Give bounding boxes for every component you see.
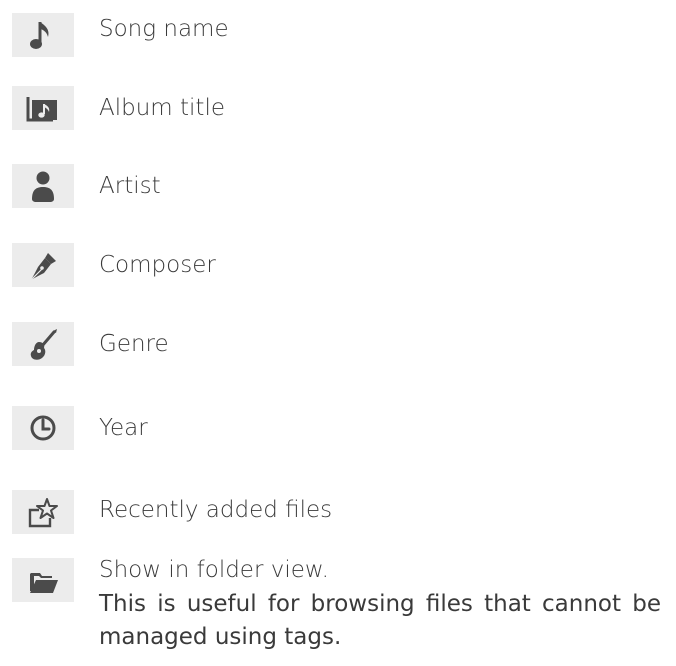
music-note-icon-tile (12, 13, 74, 57)
description-line-1: This is useful for browsing files that c… (99, 591, 661, 617)
folder-icon (30, 573, 58, 593)
album-icon-tile (12, 86, 74, 130)
guitar-icon (30, 329, 57, 360)
item-label: Album title (99, 95, 225, 121)
guitar-icon-tile (12, 322, 74, 366)
item-label: Song name (99, 16, 229, 42)
album-icon (26, 97, 57, 122)
item-label: Genre (99, 331, 169, 357)
clock-icon-tile (12, 406, 74, 450)
folder-view-description: This is useful for browsing files that c… (99, 588, 661, 654)
item-label: Recently added files (99, 497, 333, 523)
folder-icon-tile (12, 558, 74, 602)
item-label: Year (99, 415, 148, 441)
person-icon-tile (12, 164, 74, 208)
pen-nib-icon (30, 253, 56, 281)
person-icon (32, 171, 54, 202)
item-label: Show in folder view. (99, 557, 329, 583)
pen-nib-icon-tile (12, 243, 74, 287)
description-line-2: managed using tags. (99, 624, 342, 650)
clock-icon (30, 415, 56, 441)
music-note-icon (30, 22, 49, 49)
star-tray-icon (28, 498, 58, 528)
item-label: Composer (99, 252, 216, 278)
item-label: Artist (99, 173, 161, 199)
star-tray-icon-tile (12, 490, 74, 534)
